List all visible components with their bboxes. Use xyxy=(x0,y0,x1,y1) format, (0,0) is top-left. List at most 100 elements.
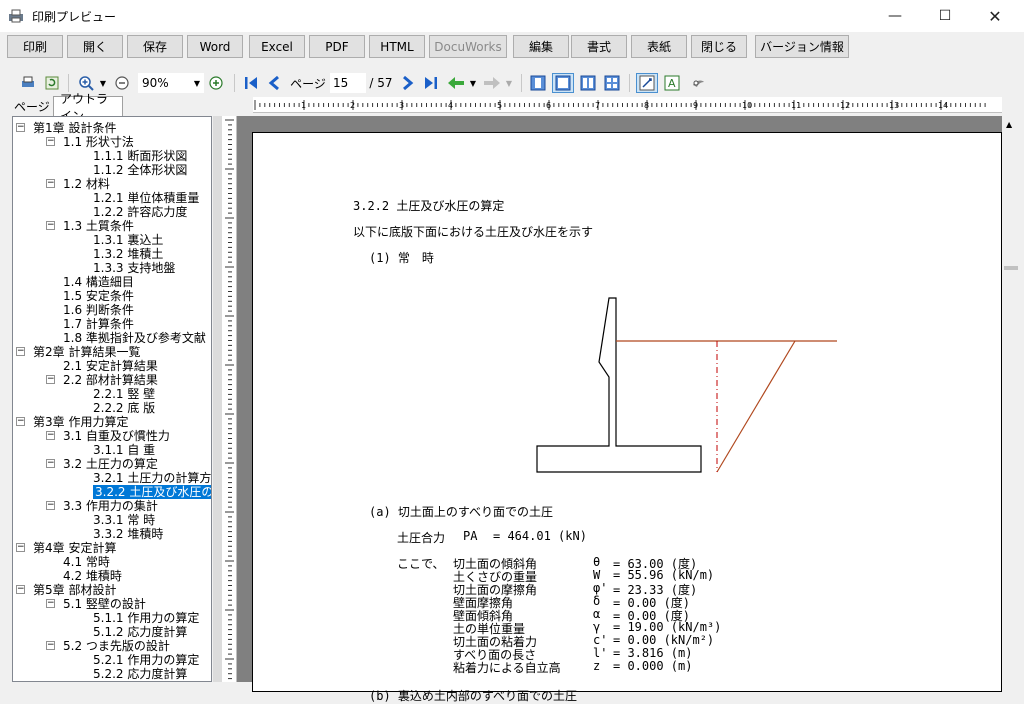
word-button[interactable]: Word xyxy=(187,35,243,58)
tab-page[interactable]: ページ xyxy=(8,96,56,116)
excel-button[interactable]: Excel xyxy=(249,35,305,58)
chevron-down-icon[interactable]: ▼ xyxy=(467,73,479,93)
refresh-icon[interactable] xyxy=(42,73,62,93)
outline-item[interactable]: 1.3.2 堆積土 xyxy=(93,247,163,261)
outline-item[interactable]: 3.2.1 土圧力の計算方法 xyxy=(93,471,211,485)
outline-item[interactable]: 5.1.1 作用力の算定 xyxy=(93,611,199,625)
two-pages-icon[interactable] xyxy=(578,73,598,93)
outline-item[interactable]: 5.2.1 作用力の算定 xyxy=(93,653,199,667)
outline-item[interactable]: 3.2.2 土圧及び水圧の算定 xyxy=(93,485,211,499)
outline-item[interactable]: 2.2 部材計算結果 xyxy=(63,373,158,387)
outline-item[interactable]: 5.2.2 応力度計算 xyxy=(93,667,187,681)
scroll-thumb[interactable] xyxy=(1004,266,1018,270)
chevron-down-icon: ▼ xyxy=(193,78,200,88)
first-page-icon[interactable] xyxy=(242,73,260,93)
outline-item[interactable]: 1.1.1 断面形状図 xyxy=(93,149,187,163)
vertical-scrollbar[interactable]: ▲ xyxy=(1002,116,1020,682)
edit-button[interactable]: 編集 xyxy=(513,35,569,58)
outline-item[interactable]: 2.2.1 竪 壁 xyxy=(93,387,155,401)
param-symbol: α xyxy=(593,607,601,621)
format-button[interactable]: 書式 xyxy=(571,35,627,58)
expand-toggle[interactable]: − xyxy=(46,375,55,384)
outline-item[interactable]: 1.2.2 許容応力度 xyxy=(93,205,187,219)
outline-item[interactable]: 5.1.2 応力度計算 xyxy=(93,625,187,639)
total-label: 土圧合力 xyxy=(397,531,446,545)
expand-toggle[interactable]: − xyxy=(46,137,55,146)
expand-toggle[interactable]: − xyxy=(16,585,25,594)
hand-tool-icon[interactable] xyxy=(688,73,708,93)
outline-item[interactable]: 1.2.1 単位体積重量 xyxy=(93,191,199,205)
outline-item[interactable]: 5.1 竪壁の設計 xyxy=(63,597,146,611)
next-page-icon[interactable] xyxy=(398,73,416,93)
scroll-up-icon[interactable]: ▲ xyxy=(1006,120,1012,129)
version-info-button[interactable]: バージョン情報 xyxy=(755,35,849,58)
page-width-icon[interactable] xyxy=(552,73,574,93)
page-number-input[interactable]: 15 xyxy=(330,73,366,93)
outline-item[interactable]: 1.5 安定条件 xyxy=(63,289,134,303)
outline-item[interactable]: 1.8 準拠指針及び参考文献 xyxy=(63,331,206,345)
cover-button[interactable]: 表紙 xyxy=(631,35,687,58)
subsection-b: (b) 裏込め土内部のすべり面での土圧 xyxy=(369,689,578,703)
expand-toggle[interactable]: − xyxy=(46,599,55,608)
tab-outline[interactable]: アウトライン xyxy=(53,92,123,123)
outline-item[interactable]: 1.1 形状寸法 xyxy=(63,135,134,149)
outline-item[interactable]: 3.3 作用力の集計 xyxy=(63,499,158,513)
minimize-icon[interactable]: — xyxy=(872,0,918,32)
single-page-icon[interactable] xyxy=(528,73,548,93)
outline-item[interactable]: 1.6 判断条件 xyxy=(63,303,134,317)
print-setup-icon[interactable] xyxy=(18,73,38,93)
text-tool-icon[interactable]: A xyxy=(662,73,682,93)
maximize-icon[interactable]: ☐ xyxy=(922,0,968,32)
outline-item[interactable]: 3.1 自重及び慣性力 xyxy=(63,429,170,443)
close-icon[interactable]: ✕ xyxy=(972,0,1018,32)
outline-item[interactable]: 4.2 堆積時 xyxy=(63,569,122,583)
expand-toggle[interactable]: − xyxy=(16,417,25,426)
close-button[interactable]: 閉じる xyxy=(691,35,747,58)
outline-item[interactable]: 3.1.1 自 重 xyxy=(93,443,155,457)
outline-item[interactable]: 3.2 土圧力の算定 xyxy=(63,457,158,471)
last-page-icon[interactable] xyxy=(422,73,440,93)
expand-toggle[interactable]: − xyxy=(16,123,25,132)
outline-item[interactable]: 第1章 設計条件 xyxy=(33,121,116,135)
outline-item[interactable]: 第5章 部材設計 xyxy=(33,583,116,597)
expand-toggle[interactable]: − xyxy=(46,431,55,440)
expand-toggle[interactable]: − xyxy=(46,641,55,650)
expand-toggle[interactable]: − xyxy=(46,179,55,188)
previous-page-icon[interactable] xyxy=(266,73,284,93)
expand-toggle[interactable]: − xyxy=(16,543,25,552)
outline-item[interactable]: 1.3.3 支持地盤 xyxy=(93,261,175,275)
outline-item[interactable]: 1.1.2 全体形状図 xyxy=(93,163,187,177)
save-button[interactable]: 保存 xyxy=(127,35,183,58)
outline-item[interactable]: 4.1 常時 xyxy=(63,555,110,569)
outline-item[interactable]: 1.7 計算条件 xyxy=(63,317,134,331)
print-button[interactable]: 印刷 xyxy=(7,35,63,58)
outline-item[interactable]: 第3章 作用力算定 xyxy=(33,415,128,429)
outline-item[interactable]: 1.2 材料 xyxy=(63,177,110,191)
html-button[interactable]: HTML xyxy=(369,35,425,58)
back-arrow-icon[interactable] xyxy=(446,73,466,93)
outline-item[interactable]: 第4章 安定計算 xyxy=(33,541,116,555)
four-pages-icon[interactable] xyxy=(602,73,622,93)
expand-toggle[interactable]: − xyxy=(46,459,55,468)
expand-toggle[interactable]: − xyxy=(46,501,55,510)
zoom-select[interactable]: 90% ▼ xyxy=(138,73,204,93)
expand-toggle[interactable]: − xyxy=(16,347,25,356)
outline-item[interactable]: 3.3.2 堆積時 xyxy=(93,527,163,541)
outline-item[interactable]: 1.4 構造細目 xyxy=(63,275,134,289)
pointer-tool-icon[interactable] xyxy=(636,73,658,93)
docuworks-button[interactable]: DocuWorks xyxy=(429,35,507,58)
zoom-fit-icon[interactable] xyxy=(206,73,226,93)
pdf-button[interactable]: PDF xyxy=(309,35,365,58)
outline-item[interactable]: 3.3.1 常 時 xyxy=(93,513,155,527)
outline-item[interactable]: 2.1 安定計算結果 xyxy=(63,359,158,373)
splitter[interactable] xyxy=(213,116,222,682)
forward-arrow-icon[interactable] xyxy=(482,73,502,93)
open-button[interactable]: 開く xyxy=(67,35,123,58)
chevron-down-icon[interactable]: ▼ xyxy=(503,73,515,93)
outline-item[interactable]: 1.3.1 裏込土 xyxy=(93,233,163,247)
outline-item[interactable]: 2.2.2 底 版 xyxy=(93,401,155,415)
outline-item[interactable]: 5.2 つま先版の設計 xyxy=(63,639,170,653)
expand-toggle[interactable]: − xyxy=(46,221,55,230)
outline-item[interactable]: 第2章 計算結果一覧 xyxy=(33,345,140,359)
outline-item[interactable]: 1.3 土質条件 xyxy=(63,219,134,233)
